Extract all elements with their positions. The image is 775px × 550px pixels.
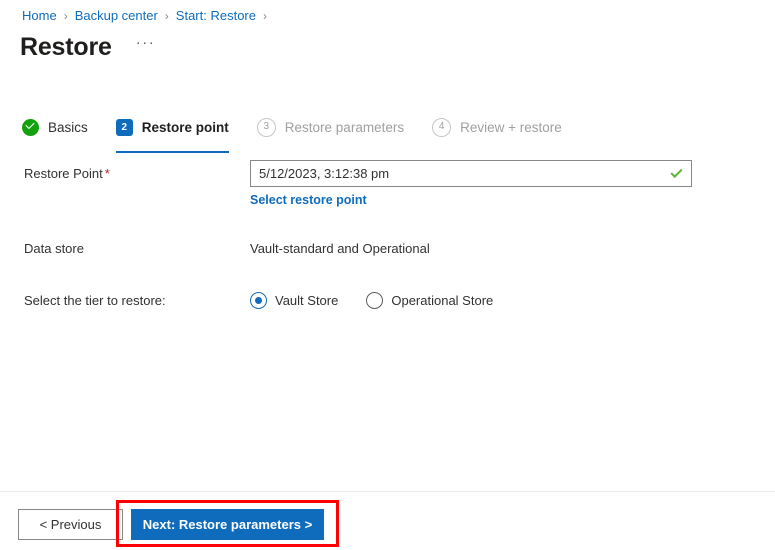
checkmark-icon <box>670 167 683 180</box>
data-store-control: Vault-standard and Operational <box>250 235 775 262</box>
wizard-footer: < Previous Next: Restore parameters > <box>0 492 775 550</box>
data-store-label: Data store <box>24 241 84 256</box>
tab-review-restore-label: Review + restore <box>460 119 562 135</box>
more-options-icon[interactable]: ··· <box>134 28 158 58</box>
restore-point-label: Restore Point * <box>0 160 250 187</box>
page-title: Restore <box>20 33 112 61</box>
tier-control: Vault Store Operational Store <box>250 287 775 314</box>
radio-unselected-icon <box>366 292 384 309</box>
field-tier: Select the tier to restore: Vault Store … <box>0 287 775 315</box>
tab-restore-parameters-label: Restore parameters <box>284 119 405 135</box>
step-complete-icon <box>22 118 39 136</box>
active-tab-underline <box>115 151 229 153</box>
breadcrumb-separator-icon: › <box>63 9 68 23</box>
field-restore-point: Restore Point* Select restore point <box>0 160 775 209</box>
tab-restore-point[interactable]: 2 Restore point <box>115 113 229 153</box>
tab-basics-label: Basics <box>48 119 88 135</box>
breadcrumb-item-start-restore[interactable]: Start: Restore <box>176 7 256 25</box>
breadcrumb-item-home[interactable]: Home <box>22 7 57 25</box>
tier-label: Select the tier to restore: <box>24 293 166 308</box>
radio-operational-store-label: Operational Store <box>391 293 494 308</box>
tab-restore-point-label: Restore point <box>141 119 229 135</box>
wizard-steps: Basics 2 Restore point 3 Restore paramet… <box>22 113 590 153</box>
required-marker: * <box>104 166 110 181</box>
tab-review-restore[interactable]: 4 Review + restore <box>432 113 562 151</box>
step-number-badge: 2 <box>115 118 133 136</box>
restore-point-input[interactable] <box>259 161 664 186</box>
field-data-store: Data store Vault-standard and Operationa… <box>0 235 775 263</box>
radio-operational-store[interactable]: Operational Store <box>366 292 493 309</box>
restore-point-label-text: Restore Point <box>24 166 103 181</box>
radio-vault-store[interactable]: Vault Store <box>250 292 338 309</box>
step-number-badge: 4 <box>432 117 452 137</box>
step-number-badge: 3 <box>256 117 276 137</box>
tier-radio-group: Vault Store Operational Store <box>250 287 775 314</box>
breadcrumb-item-backup-center[interactable]: Backup center <box>75 7 158 25</box>
previous-button[interactable]: < Previous <box>18 509 123 540</box>
data-store-value: Vault-standard and Operational <box>250 241 430 256</box>
tab-basics[interactable]: Basics <box>22 113 88 151</box>
restore-point-control: Select restore point <box>250 160 775 209</box>
restore-point-input-wrapper[interactable] <box>250 160 692 187</box>
radio-selected-icon <box>250 292 267 309</box>
breadcrumb: Home › Backup center › Start: Restore › <box>22 7 274 25</box>
title-row: Restore ··· <box>20 32 157 62</box>
restore-point-form: Restore Point* Select restore point Data… <box>0 160 775 315</box>
next-button[interactable]: Next: Restore parameters > <box>131 509 324 540</box>
breadcrumb-separator-icon: › <box>263 9 267 23</box>
radio-vault-store-label: Vault Store <box>275 293 339 308</box>
select-restore-point-link[interactable]: Select restore point <box>250 193 367 207</box>
breadcrumb-separator-icon: › <box>164 9 169 23</box>
tab-restore-parameters[interactable]: 3 Restore parameters <box>256 113 405 151</box>
